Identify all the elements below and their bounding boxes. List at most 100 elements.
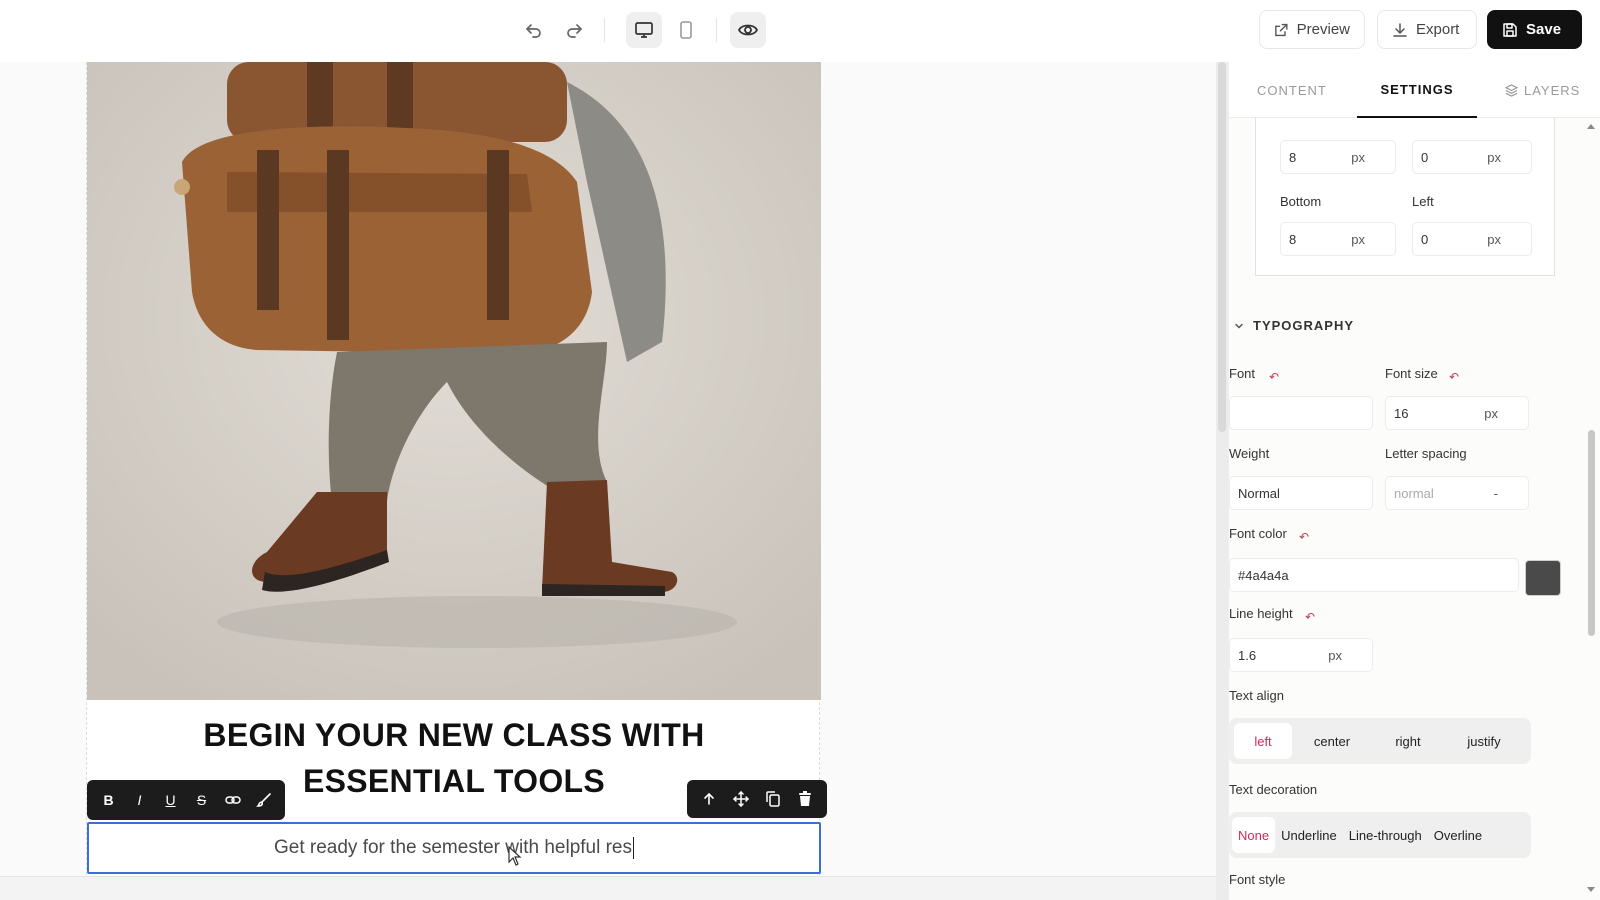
align-justify-option[interactable]: justify <box>1444 723 1524 759</box>
mobile-icon <box>680 21 692 39</box>
padding-group: 8 px 0 px Bottom Left 8 px 0 px <box>1255 118 1555 276</box>
padding-top-unit: px <box>1351 149 1365 165</box>
font-size-input[interactable]: 16 px <box>1385 396 1529 430</box>
toolbar-divider <box>604 18 605 42</box>
decoration-line-through-option[interactable]: Line-through <box>1343 817 1428 853</box>
typography-section-title[interactable]: TYPOGRAPHY <box>1253 318 1354 333</box>
font-color-value: #4a4a4a <box>1238 567 1289 583</box>
align-center-option[interactable]: center <box>1292 723 1372 759</box>
undo-button[interactable] <box>516 12 552 48</box>
canvas-scroll-thumb[interactable] <box>1218 62 1226 432</box>
save-label: Save <box>1526 21 1562 38</box>
hero-image[interactable] <box>87 62 821 700</box>
padding-bottom-input[interactable]: 8 px <box>1280 222 1396 256</box>
text-caret <box>633 837 634 859</box>
reset-line-height-icon[interactable]: ↶ <box>1305 610 1315 624</box>
email-body: BEGIN YOUR NEW CLASS WITH ESSENTIAL TOOL… <box>86 62 827 900</box>
padding-left-label: Left <box>1412 194 1434 209</box>
panel-scrollbar[interactable] <box>1583 118 1600 900</box>
line-height-input[interactable]: 1.6 px <box>1229 638 1373 672</box>
decoration-overline-option[interactable]: Overline <box>1428 817 1488 853</box>
font-size-unit: px <box>1484 405 1498 421</box>
canvas-scrollbar[interactable] <box>1216 62 1228 900</box>
link-icon <box>224 796 241 804</box>
body-text: Get ready for the semester with helpful … <box>274 837 632 858</box>
external-link-icon <box>1275 23 1288 36</box>
download-icon <box>1393 22 1407 37</box>
hero-illustration <box>87 62 821 700</box>
letter-spacing-label: Letter spacing <box>1385 446 1467 461</box>
desktop-view-button[interactable] <box>626 12 662 48</box>
font-style-label: Font style <box>1229 872 1286 887</box>
strikethrough-button[interactable]: S <box>186 784 217 816</box>
reset-font-color-icon[interactable]: ↶ <box>1299 530 1309 544</box>
weight-value: Normal <box>1238 485 1280 501</box>
padding-left-value: 0 <box>1421 231 1429 247</box>
toolbar-divider <box>716 18 717 42</box>
padding-right-unit: px <box>1487 149 1501 165</box>
padding-left-input[interactable]: 0 px <box>1412 222 1532 256</box>
drag-handle[interactable] <box>725 783 757 815</box>
preview-toggle-button[interactable] <box>730 12 766 48</box>
delete-button[interactable] <box>789 783 821 815</box>
reset-font-icon[interactable]: ↶ <box>1269 370 1279 384</box>
block-actions-toolbar <box>687 780 827 818</box>
export-label: Export <box>1416 21 1460 38</box>
italic-button[interactable]: I <box>124 784 155 816</box>
export-button[interactable]: Export <box>1377 10 1477 49</box>
preview-button[interactable]: Preview <box>1259 10 1365 49</box>
desktop-icon <box>635 22 653 38</box>
letter-spacing-value: normal <box>1394 485 1434 501</box>
save-button[interactable]: Save <box>1487 10 1582 49</box>
text-format-toolbar: B I U S <box>87 780 285 820</box>
font-size-value: 16 <box>1394 405 1409 421</box>
tab-layers[interactable]: LAYERS <box>1505 62 1580 118</box>
copy-icon <box>766 791 780 807</box>
letter-spacing-suffix: - <box>1493 485 1498 501</box>
font-color-swatch[interactable] <box>1525 560 1561 596</box>
scroll-up-icon[interactable] <box>1586 122 1596 130</box>
font-select[interactable] <box>1229 396 1373 430</box>
text-decoration-group: None Underline Line-through Overline <box>1229 812 1531 858</box>
weight-label: Weight <box>1229 446 1270 461</box>
decoration-none-option[interactable]: None <box>1232 817 1276 853</box>
panel-scroll-thumb[interactable] <box>1588 430 1595 636</box>
font-color-input[interactable]: #4a4a4a <box>1229 558 1519 592</box>
duplicate-button[interactable] <box>757 783 789 815</box>
line-height-unit: px <box>1328 647 1342 663</box>
decoration-underline-option[interactable]: Underline <box>1275 817 1343 853</box>
move-up-button[interactable] <box>693 783 725 815</box>
top-toolbar: Preview Export Save <box>0 0 1600 62</box>
eye-icon <box>737 24 759 36</box>
bold-button[interactable]: B <box>93 784 124 816</box>
mobile-view-button[interactable] <box>668 12 704 48</box>
body-text-block[interactable]: Get ready for the semester with helpful … <box>87 822 821 874</box>
reset-font-size-icon[interactable]: ↶ <box>1449 370 1459 384</box>
redo-button[interactable] <box>556 12 592 48</box>
canvas-footer-area <box>0 876 1216 900</box>
scroll-down-icon[interactable] <box>1586 886 1596 894</box>
link-button[interactable] <box>217 784 248 816</box>
brush-icon <box>255 793 271 807</box>
move-icon <box>733 791 749 807</box>
line-height-label: Line height <box>1229 606 1293 621</box>
weight-select[interactable]: Normal <box>1229 476 1373 510</box>
tab-settings[interactable]: SETTINGS <box>1357 62 1477 118</box>
letter-spacing-input[interactable]: normal - <box>1385 476 1529 510</box>
color-brush-button[interactable] <box>248 784 279 816</box>
layers-icon <box>1505 83 1518 97</box>
font-label: Font <box>1229 366 1256 381</box>
chevron-down-icon[interactable] <box>1233 320 1245 332</box>
tab-content[interactable]: CONTENT <box>1257 62 1327 118</box>
redo-icon <box>567 24 582 38</box>
padding-top-input[interactable]: 8 px <box>1280 140 1396 174</box>
padding-right-input[interactable]: 0 px <box>1412 140 1532 174</box>
text-align-label: Text align <box>1229 688 1284 703</box>
editor-canvas: BEGIN YOUR NEW CLASS WITH ESSENTIAL TOOL… <box>0 62 1216 900</box>
headline-line-1: BEGIN YOUR NEW CLASS WITH <box>203 717 705 753</box>
align-right-option[interactable]: right <box>1372 723 1444 759</box>
tab-layers-label: LAYERS <box>1524 82 1581 98</box>
underline-button[interactable]: U <box>155 784 186 816</box>
preview-label: Preview <box>1296 21 1350 38</box>
align-left-option[interactable]: left <box>1234 723 1292 759</box>
